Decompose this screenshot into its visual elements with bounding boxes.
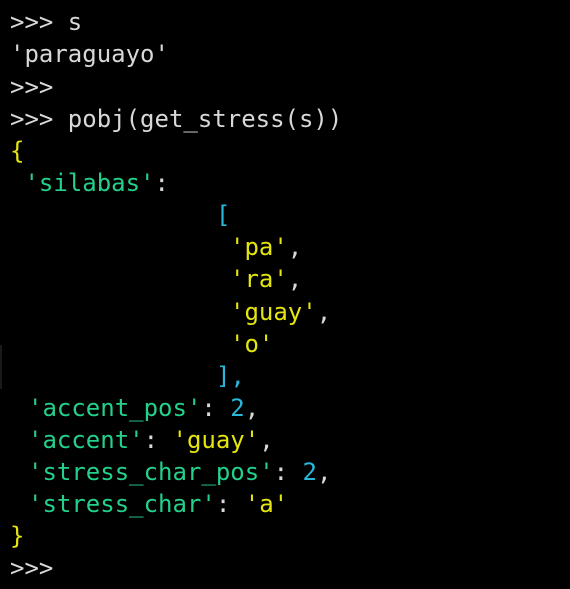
item-value: 'ra' [230,265,288,293]
value-stress-char-pos: 2 [302,458,317,486]
item-value: 'guay' [230,298,317,326]
colon: : [215,490,245,518]
prompt: >>> [10,73,54,101]
dict-open-brace: { [10,135,24,167]
prompt-line-3: >>> pobj(get_stress(s)) [10,103,342,135]
list-item: 'pa', [230,231,302,263]
colon: : [201,394,231,422]
value-stress-char: 'a' [244,490,289,518]
list-open: [ [216,199,230,231]
dict-row-stress-char: 'stress_char': 'a' [28,488,288,520]
open-bracket: [ [216,201,231,229]
prompt-line-2: >>> [10,71,53,103]
list-item: 'guay', [230,296,331,328]
final-prompt-line[interactable]: >>> [10,552,53,584]
prompt: >>> [10,554,54,582]
item-value: 'o' [230,330,274,358]
comma: , [317,458,332,486]
close-bracket: ], [216,362,245,390]
open-brace: { [10,137,25,165]
output-text: 'paraguayo' [10,40,169,68]
colon: : [273,458,303,486]
prompt-line-1: >>> s [10,6,82,38]
command-text: pobj(get_stress(s)) [67,105,343,133]
terminal-output: >>> s 'paraguayo' >>> >>> pobj(get_stres… [0,0,570,589]
prompt: >>> [10,105,68,133]
comma: , [287,265,303,293]
dict-row-silabas: 'silabas': [10,167,169,199]
comma: , [259,426,274,454]
value-accent-pos: 2 [230,394,245,422]
key-silabas: 'silabas' [24,169,155,197]
key-stress-char: 'stress_char' [28,490,216,518]
dict-row-stress-char-pos: 'stress_char_pos': 2, [28,456,331,488]
comma: , [316,298,332,326]
list-close: ], [216,360,245,392]
window-edge-strip [0,345,2,389]
comma: , [287,233,303,261]
dict-row-accent-pos: 'accent_pos': 2, [28,392,259,424]
value-accent: 'guay' [172,426,260,454]
comma: , [244,394,260,422]
key-accent-pos: 'accent_pos' [28,394,202,422]
colon: : [154,169,169,197]
list-item: 'ra', [230,263,302,295]
colon: : [143,426,173,454]
close-brace: } [10,522,25,550]
dict-close-brace: } [10,520,24,552]
output-line-1: 'paraguayo' [10,38,169,70]
key-accent: 'accent' [28,426,144,454]
dict-row-accent: 'accent': 'guay', [28,424,274,456]
item-value: 'pa' [230,233,288,261]
command-text: s [67,8,83,36]
key-stress-char-pos: 'stress_char_pos' [28,458,274,486]
list-item: 'o' [230,328,273,360]
prompt: >>> [10,8,68,36]
